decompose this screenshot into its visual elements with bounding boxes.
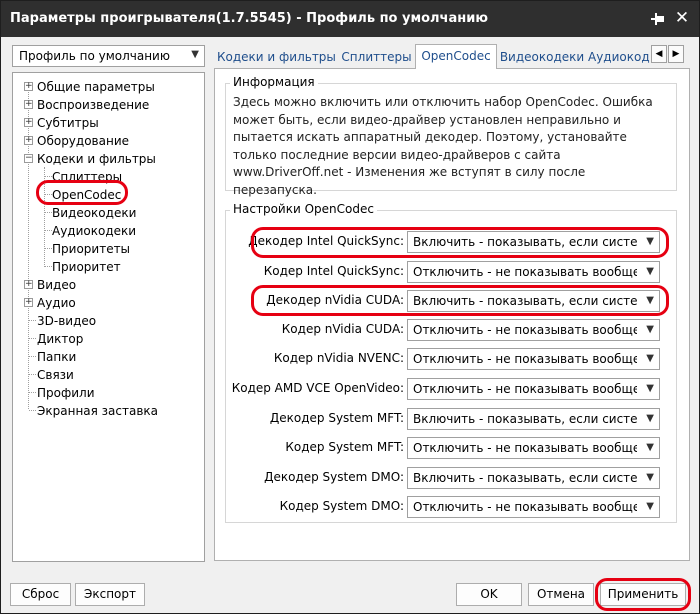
chevron-down-icon: ▼: [646, 501, 654, 512]
tab-scroll-left-icon[interactable]: ◀: [651, 45, 667, 63]
settings-window: Параметры проигрывателя(1.7.5545) - Проф…: [0, 0, 700, 614]
chevron-down-icon: ▼: [646, 472, 654, 483]
label-encoder-amd-vce: Кодер AMD VCE OpenVideo:: [231, 381, 404, 395]
tree-connector: [29, 410, 36, 411]
select-decoder-system-mft[interactable]: Включить - показывать, если система по ▼: [407, 408, 660, 430]
expand-plus-icon[interactable]: +: [24, 136, 33, 145]
tab-splitters[interactable]: Сплиттеры: [339, 46, 414, 68]
close-icon[interactable]: ✕: [673, 9, 691, 27]
profile-select[interactable]: Профиль по умолчанию ▼: [12, 45, 205, 67]
expand-plus-icon[interactable]: +: [24, 118, 33, 127]
select-encoder-amd-vce[interactable]: Отключить - не показывать вообще (рек ▼: [407, 378, 660, 400]
window-title: Параметры проигрывателя(1.7.5545) - Проф…: [10, 11, 488, 26]
chevron-down-icon: ▼: [646, 383, 654, 394]
tree-connector: [29, 374, 36, 375]
label-decoder-system-dmo: Декодер System DMO:: [264, 470, 404, 484]
expand-plus-icon[interactable]: +: [24, 100, 33, 109]
label-decoder-nvidia-cuda: Декодер nVidia CUDA:: [266, 293, 404, 307]
expand-plus-icon[interactable]: +: [24, 298, 33, 307]
reset-button[interactable]: Сброс: [10, 583, 71, 606]
tree-connector: [45, 212, 52, 213]
collapse-minus-icon[interactable]: −: [24, 154, 33, 163]
chevron-down-icon: ▼: [646, 266, 654, 277]
chevron-down-icon: ▼: [646, 295, 654, 306]
profile-select-value: Профиль по умолчанию: [19, 49, 170, 63]
tree-connector: [45, 248, 52, 249]
label-encoder-nvidia-cuda: Кодер nVidia CUDA:: [281, 322, 404, 336]
label-encoder-system-dmo: Кодер System DMO:: [279, 499, 404, 513]
settings-group-title: Настройки OpenCodec: [230, 202, 377, 216]
select-encoder-intel-quicksync[interactable]: Отключить - не показывать вообще (рек ▼: [407, 261, 660, 283]
tree-connector: [45, 176, 52, 177]
expand-plus-icon[interactable]: +: [24, 82, 33, 91]
tree-connector: [45, 266, 52, 267]
select-decoder-intel-quicksync[interactable]: Включить - показывать, если система по ▼: [407, 231, 660, 253]
tree-connector: [45, 230, 52, 231]
tree-connector: [29, 392, 36, 393]
select-encoder-system-dmo[interactable]: Отключить - не показывать вообще (рек ▼: [407, 496, 660, 518]
chevron-down-icon: ▼: [646, 442, 654, 453]
ok-button[interactable]: OK: [456, 583, 522, 606]
select-encoder-nvidia-nvenc[interactable]: Отключить - не показывать вообще (рек ▼: [407, 348, 660, 370]
expand-plus-icon[interactable]: +: [24, 280, 33, 289]
tree-connector: [29, 356, 36, 357]
tab-bar: Кодеки и фильтры Сплиттеры OpenCodec Вид…: [214, 44, 690, 69]
apply-button[interactable]: Применить: [600, 583, 686, 606]
chevron-down-icon: ▼: [646, 413, 654, 424]
select-decoder-system-dmo[interactable]: Включить - показывать, если система по ▼: [407, 467, 660, 489]
label-decoder-intel-quicksync: Декодер Intel QuickSync:: [248, 234, 404, 248]
select-encoder-nvidia-cuda[interactable]: Отключить - не показывать вообще (рек ▼: [407, 319, 660, 341]
select-decoder-nvidia-cuda[interactable]: Включить - показывать, если система по ▼: [407, 290, 660, 312]
export-button[interactable]: Экспорт: [75, 583, 145, 606]
tab-opencodec[interactable]: OpenCodec: [415, 44, 497, 69]
tab-codecs-filters[interactable]: Кодеки и фильтры: [217, 46, 335, 68]
label-decoder-system-mft: Декодер System MFT:: [269, 411, 404, 425]
label-encoder-system-mft: Кодер System MFT:: [285, 440, 404, 454]
tree-connector: [29, 320, 36, 321]
tab-audio-codecs[interactable]: Аудиокод: [588, 46, 650, 68]
cancel-button[interactable]: Отмена: [528, 583, 594, 606]
tree-connector: [45, 194, 52, 195]
tree-connector: [44, 167, 45, 267]
title-bar[interactable]: Параметры проигрывателя(1.7.5545) - Проф…: [1, 1, 699, 37]
chevron-down-icon: ▼: [646, 236, 654, 247]
chevron-down-icon: ▼: [646, 324, 654, 335]
label-encoder-nvidia-nvenc: Кодер nVidia NVENC:: [273, 351, 404, 365]
chevron-down-icon: ▼: [191, 49, 199, 60]
tab-video-codecs[interactable]: Видеокодеки: [499, 46, 585, 68]
settings-tree[interactable]: + Общие параметры + Воспроизведение + Су…: [12, 72, 205, 562]
info-text: Здесь можно включить или отключить набор…: [233, 95, 653, 197]
pin-icon[interactable]: [649, 10, 667, 28]
tab-scroll-right-icon[interactable]: ▶: [668, 45, 684, 63]
label-encoder-intel-quicksync: Кодер Intel QuickSync:: [263, 264, 404, 278]
select-encoder-system-mft[interactable]: Отключить - не показывать вообще (рек ▼: [407, 437, 660, 459]
info-group-title: Информация: [230, 75, 318, 89]
tree-connector: [29, 338, 36, 339]
chevron-down-icon: ▼: [646, 353, 654, 364]
